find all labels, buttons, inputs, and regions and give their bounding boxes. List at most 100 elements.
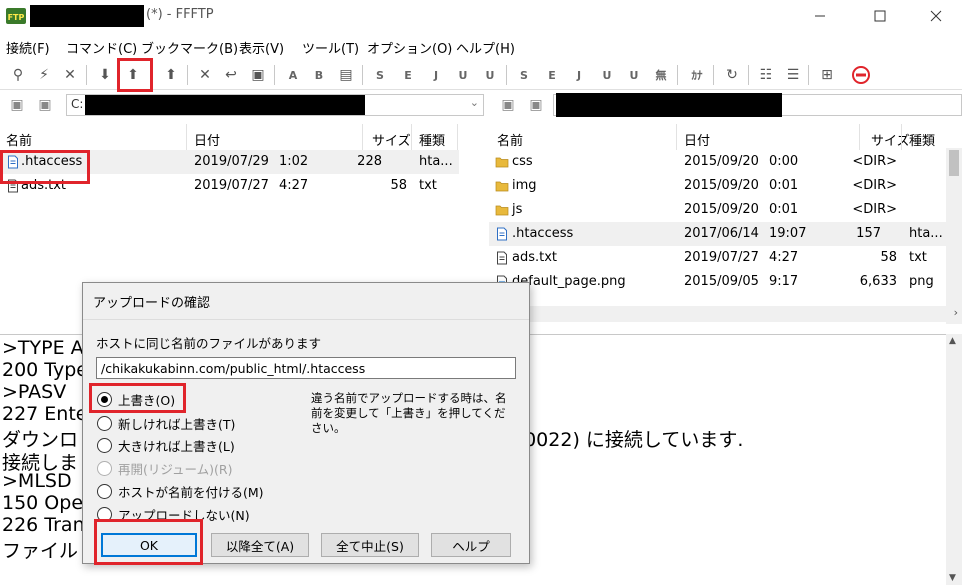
delete-button[interactable]: ✕ [193, 63, 217, 87]
radio-button[interactable] [97, 415, 112, 431]
menu-command[interactable]: コマンド(C) [66, 38, 137, 57]
toolbar-separator [362, 65, 363, 85]
rename-note: 違う名前でアップロードする時は、名前を変更して「上書き」を押してください。 [311, 391, 507, 435]
refresh-button[interactable]: ↻ [720, 63, 744, 87]
col-size[interactable]: サイズ [871, 130, 910, 149]
mirror-upload-button[interactable]: ⬆ [159, 63, 183, 87]
file-type: txt [909, 250, 927, 265]
minimize-button[interactable] [796, 0, 844, 32]
auto-mode-button[interactable]: ▤ [334, 63, 358, 87]
local-utf8-button[interactable]: U [595, 63, 619, 87]
folder-icon [495, 157, 509, 168]
kanji-utf8-button[interactable]: U [451, 63, 475, 87]
file-row[interactable]: ads.txt 2019/07/27 4:27 58 txt [489, 246, 962, 270]
remote-path-input[interactable] [553, 93, 962, 117]
radio-button[interactable] [97, 437, 112, 453]
kanji-sjis-button[interactable]: S [368, 63, 392, 87]
chevron-up-icon[interactable]: ▲ [949, 336, 956, 346]
option-overwrite-if-larger[interactable]: 大きければ上書き(L) [97, 435, 235, 455]
local-sjis-button[interactable]: S [512, 63, 536, 87]
help-button[interactable]: ヘルプ [431, 533, 511, 557]
refresh-icon: ↻ [726, 67, 738, 83]
option-overwrite-if-newer[interactable]: 新しければ上書き(T) [97, 413, 235, 433]
folder-icon [495, 205, 509, 216]
rename-button[interactable]: ↩ [219, 63, 243, 87]
local-open-folder-button[interactable]: ▣ [33, 93, 57, 117]
maximize-button[interactable] [856, 0, 904, 32]
chevron-down-icon[interactable]: ▼ [949, 573, 956, 583]
radio-button [97, 460, 112, 476]
quick-connect-button[interactable]: ⚡ [32, 63, 56, 87]
menu-tools[interactable]: ツール(T) [302, 38, 359, 57]
col-date[interactable]: 日付 [684, 130, 710, 149]
disconnect-button[interactable]: ✕ [58, 63, 82, 87]
option-label: 新しければ上書き(T) [118, 416, 236, 432]
list-view-button[interactable]: ☷ [754, 63, 778, 87]
scroll-thumb[interactable] [949, 150, 959, 176]
kana-conversion-button[interactable]: ｶﾅ [685, 63, 709, 87]
file-row[interactable]: img 2015/09/20 0:01 <DIR> [489, 174, 962, 198]
ffftp-app-icon: FTP [6, 7, 26, 25]
local-utf8bom-button[interactable]: U [622, 63, 646, 87]
file-size: 6,633 [859, 274, 897, 289]
abort-all-button[interactable]: 全て中止(S) [321, 533, 419, 557]
plug-icon: ⚲ [12, 67, 24, 83]
mkdir-button[interactable]: ▣ [246, 63, 270, 87]
col-name[interactable]: 名前 [6, 130, 32, 149]
connect-button[interactable]: ⚲ [6, 63, 30, 87]
menu-connect[interactable]: 接続(F) [6, 38, 50, 57]
remote-open-folder-button[interactable]: ▣ [524, 93, 548, 117]
local-euc-button[interactable]: E [540, 63, 564, 87]
file-type: png [909, 274, 934, 289]
download-button[interactable]: ⬇ [93, 63, 117, 87]
apply-all-button[interactable]: 以降全て(A) [211, 533, 309, 557]
option-host-names[interactable]: ホストが名前を付ける(M) [97, 481, 264, 501]
maximize-icon [874, 10, 886, 22]
filename-field[interactable]: /chikakukabinn.com/public_html/.htaccess [96, 357, 516, 379]
close-icon [930, 10, 942, 22]
filename-text: /chikakukabinn.com/public_html/.htaccess [101, 361, 366, 376]
remote-horizontal-scrollbar[interactable]: › [489, 306, 962, 322]
chevron-down-icon[interactable]: ⌄ [470, 96, 479, 109]
no-conversion-button[interactable]: 無 [649, 63, 673, 87]
menu-view[interactable]: 表示(V) [239, 38, 284, 57]
kanji-utf8bom-button[interactable]: U [478, 63, 502, 87]
col-size[interactable]: サイズ [372, 130, 411, 149]
menu-bookmark[interactable]: ブックマーク(B) [141, 38, 238, 57]
local-jis-button[interactable]: J [567, 63, 591, 87]
col-date[interactable]: 日付 [194, 130, 220, 149]
col-type[interactable]: 種類 [419, 130, 445, 149]
local-up-button[interactable]: ▣ [5, 93, 29, 117]
sync-folder-button[interactable]: ⊞ [815, 63, 839, 87]
ascii-mode-button[interactable]: A [281, 63, 305, 87]
kanji-euc-button[interactable]: E [396, 63, 420, 87]
radio-button[interactable] [97, 483, 112, 499]
close-button[interactable] [912, 0, 960, 32]
file-time: 1:02 [279, 154, 309, 169]
log-vertical-scrollbar[interactable]: ▲ ▼ [946, 334, 962, 585]
dialog-title: アップロードの確認 [93, 296, 211, 311]
abort-button[interactable] [849, 63, 873, 87]
file-name: js [512, 202, 523, 217]
file-size: <DIR> [852, 202, 897, 217]
file-row[interactable]: js 2015/09/20 0:01 <DIR> [489, 198, 962, 222]
menu-help[interactable]: ヘルプ(H) [456, 38, 515, 57]
binary-mode-button[interactable]: B [307, 63, 331, 87]
tree-icon: ⊞ [821, 67, 833, 83]
file-row[interactable]: .htaccess 2017/06/14 19:07 157 hta... [489, 222, 946, 246]
chevron-right-icon[interactable]: › [954, 306, 958, 319]
remote-up-button[interactable]: ▣ [496, 93, 520, 117]
log-line: >TYPE A [2, 337, 84, 359]
local-path-input[interactable]: C: ⌄ [66, 94, 484, 116]
file-row[interactable]: default_page.png 2015/09/05 9:17 6,633 png [489, 270, 962, 294]
remote-vertical-scrollbar[interactable] [946, 148, 962, 324]
kanji-jis-button[interactable]: J [424, 63, 448, 87]
file-row[interactable]: css 2015/09/20 0:00 <DIR> [489, 150, 962, 174]
menu-options[interactable]: オプション(O) [367, 38, 452, 57]
detail-view-button[interactable]: ☰ [781, 63, 805, 87]
col-type[interactable]: 種類 [909, 130, 935, 149]
file-date: 2017/06/14 [684, 226, 759, 241]
file-date: 2015/09/20 [684, 178, 759, 193]
toolbar-separator [274, 65, 275, 85]
col-name[interactable]: 名前 [497, 130, 523, 149]
